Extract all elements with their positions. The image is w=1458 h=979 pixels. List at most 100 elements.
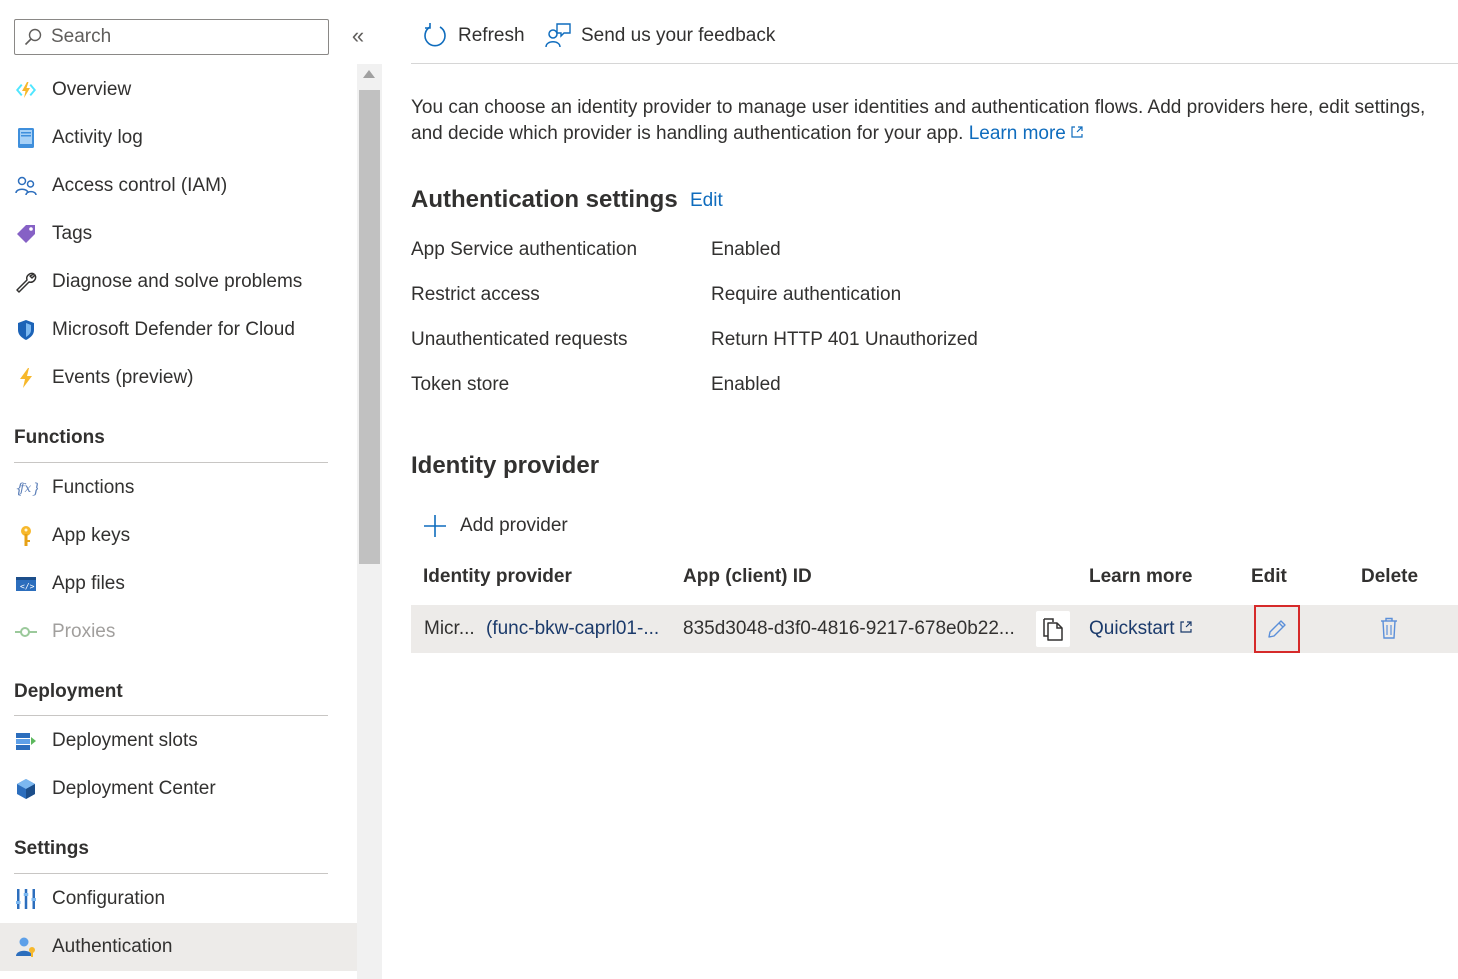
sidebar-item-overview[interactable]: Overview [0, 66, 357, 114]
sidebar-item-activity-log[interactable]: Activity log [0, 114, 357, 162]
column-header-provider: Identity provider [423, 566, 572, 587]
sidebar-item-functions[interactable]: {fx} Functions [0, 464, 357, 512]
sidebar-item-label: Functions [52, 477, 135, 498]
sidebar-item-tags[interactable]: Tags [0, 210, 357, 258]
people-icon [14, 174, 38, 198]
setting-value-app-service-auth: Enabled [711, 239, 781, 260]
scroll-thumb[interactable] [359, 90, 380, 564]
provider-name-cell: Micr... [424, 618, 475, 639]
wrench-icon [14, 270, 38, 294]
section-header-deployment: Deployment [14, 681, 123, 702]
lightning-icon [14, 366, 38, 390]
refresh-button[interactable]: Refresh [421, 18, 525, 54]
scroll-up-arrow[interactable] [363, 70, 375, 78]
setting-value-restrict-access: Require authentication [711, 284, 902, 305]
sidebar-item-label: Tags [52, 223, 93, 244]
learn-more-label: Learn more [968, 123, 1066, 144]
slots-icon [14, 729, 38, 753]
feedback-icon [545, 23, 571, 48]
add-provider-label: Add provider [460, 515, 568, 536]
edit-provider-button[interactable] [1254, 605, 1300, 653]
auth-settings-edit-link[interactable]: Edit [690, 190, 723, 212]
sidebar-item-app-keys[interactable]: App keys [0, 512, 357, 560]
quickstart-link[interactable]: Quickstart [1089, 618, 1193, 640]
intro-description: You can choose an identity provider to m… [411, 97, 1426, 144]
copy-icon [1043, 618, 1063, 641]
command-bar: Refresh Send us your feedback [411, 0, 1458, 64]
svg-text:}: } [32, 481, 38, 497]
copy-client-id-button[interactable] [1036, 611, 1070, 647]
sidebar-item-label: Activity log [52, 127, 143, 148]
column-header-edit: Edit [1251, 566, 1287, 587]
sidebar-item-deployment-center[interactable]: Deployment Center [0, 765, 357, 813]
quickstart-label: Quickstart [1089, 618, 1175, 639]
setting-key-unauth-requests: Unauthenticated requests [411, 329, 628, 350]
section-header-settings: Settings [14, 838, 89, 859]
column-header-client-id: App (client) ID [683, 566, 812, 587]
sidebar-item-defender[interactable]: Microsoft Defender for Cloud [0, 306, 357, 354]
send-feedback-button[interactable]: Send us your feedback [544, 18, 775, 54]
sidebar-item-label: Diagnose and solve problems [52, 271, 303, 292]
pencil-icon [1268, 620, 1286, 638]
refresh-label: Refresh [458, 25, 525, 46]
proxy-icon [14, 620, 38, 644]
sidebar-item-label: Deployment Center [52, 778, 216, 799]
sidebar-item-label: Configuration [52, 888, 166, 909]
sidebar-item-proxies[interactable]: Proxies [0, 608, 357, 656]
section-header-functions: Functions [14, 427, 105, 448]
delete-provider-button[interactable] [1378, 616, 1400, 640]
sidebar-item-label: Authentication [52, 936, 173, 957]
key-icon [14, 524, 38, 548]
sidebar-item-events[interactable]: Events (preview) [0, 354, 357, 402]
setting-key-token-store: Token store [411, 374, 510, 395]
search-icon [24, 28, 42, 46]
sidebar-item-configuration[interactable]: Configuration [0, 875, 357, 923]
search-placeholder: Search [51, 26, 112, 47]
auth-settings-heading: Authentication settings [411, 186, 678, 213]
svg-text:</>: </> [20, 582, 35, 591]
sliders-icon [14, 887, 38, 911]
section-divider [14, 873, 328, 874]
add-provider-button[interactable]: Add provider [423, 510, 568, 542]
section-divider [14, 715, 328, 716]
collapse-sidebar-button[interactable]: « [347, 24, 369, 48]
sidebar-item-label: Microsoft Defender for Cloud [52, 319, 295, 340]
section-divider [14, 462, 328, 463]
activity-log-icon [14, 126, 38, 150]
intro-text: You can choose an identity provider to m… [411, 95, 1458, 147]
code-file-icon: </> [14, 572, 38, 596]
identity-provider-heading: Identity provider [411, 452, 600, 479]
sidebar-item-authentication[interactable]: Authentication [0, 923, 357, 971]
sidebar-item-label: Proxies [52, 621, 116, 642]
learn-more-link[interactable]: Learn more [969, 123, 1084, 144]
setting-key-app-service-auth: App Service authentication [411, 239, 638, 260]
sidebar-item-label: Deployment slots [52, 730, 198, 751]
sidebar-item-label: Access control (IAM) [52, 175, 228, 196]
provider-app-link[interactable]: (func-bkw-caprl01-... [486, 618, 659, 640]
sidebar-item-diagnose[interactable]: Diagnose and solve problems [0, 258, 357, 306]
setting-key-restrict-access: Restrict access [411, 284, 540, 305]
column-header-learn-more: Learn more [1089, 566, 1193, 587]
function-app-icon [14, 78, 38, 102]
client-id-cell: 835d3048-d3f0-4816-9217-678e0b22... [683, 618, 1015, 639]
cube-icon [14, 777, 38, 801]
sidebar-scrollbar[interactable] [357, 64, 382, 979]
search-input[interactable]: Search [14, 19, 329, 55]
sidebar-item-label: Overview [52, 79, 132, 100]
sidebar-item-label: Events (preview) [52, 367, 194, 388]
sidebar-item-access-control[interactable]: Access control (IAM) [0, 162, 357, 210]
sidebar: Search « Overview Activity log Access co… [0, 0, 382, 979]
plus-icon [424, 515, 446, 537]
trash-icon [1381, 617, 1397, 639]
user-key-icon [14, 935, 38, 959]
external-link-icon [1179, 621, 1192, 633]
sidebar-item-label: App keys [52, 525, 131, 546]
shield-icon [14, 318, 38, 342]
setting-value-unauth-requests: Return HTTP 401 Unauthorized [711, 329, 978, 350]
sidebar-item-label: App files [52, 573, 125, 594]
feedback-label: Send us your feedback [581, 25, 776, 46]
sidebar-item-deployment-slots[interactable]: Deployment slots [0, 717, 357, 765]
sidebar-item-app-files[interactable]: </> App files [0, 560, 357, 608]
setting-value-token-store: Enabled [711, 374, 781, 395]
column-header-delete: Delete [1361, 566, 1419, 587]
